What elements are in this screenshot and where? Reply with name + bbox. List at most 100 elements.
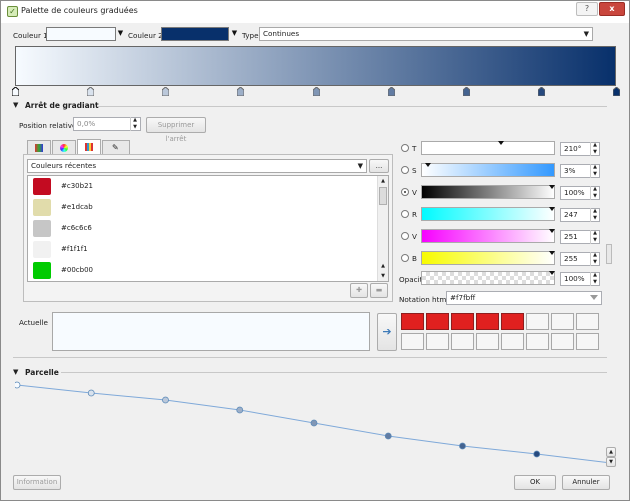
radio-value[interactable] (401, 188, 409, 196)
chevron-down-icon[interactable]: ▼ (230, 27, 239, 41)
spinner-red[interactable]: ▲ ▼ (590, 208, 599, 222)
tab-eyedropper[interactable]: ✎ (102, 140, 130, 154)
collapse-arrow-icon[interactable]: ▼ (13, 101, 18, 109)
tab-color-wheel[interactable] (52, 140, 76, 154)
tab-palette[interactable] (77, 139, 101, 154)
slider-blue[interactable] (421, 251, 555, 265)
plot-point[interactable] (459, 442, 466, 450)
swatch-cell[interactable] (526, 313, 549, 330)
swatch-cell[interactable] (526, 333, 549, 350)
gradient-ramp[interactable] (15, 46, 616, 86)
slider-red[interactable] (421, 207, 555, 221)
swatch-cell[interactable] (501, 333, 524, 350)
scroll-up-icon[interactable]: ▲ (606, 447, 616, 457)
ok-button[interactable]: OK (514, 475, 556, 490)
palette-select[interactable]: Couleurs récentes ▼ (27, 159, 367, 173)
plot-point[interactable] (15, 381, 21, 389)
spinner-hue[interactable]: ▲ ▼ (590, 142, 599, 156)
plot-point[interactable] (533, 450, 541, 458)
swatch-cell[interactable] (551, 313, 574, 330)
slider-saturation[interactable] (421, 163, 555, 177)
gradient-stop-handle[interactable] (86, 86, 95, 97)
remove-icon[interactable]: ▬ (370, 283, 388, 298)
scroll-thumb[interactable] (379, 187, 387, 205)
add-icon[interactable]: ✚ (350, 283, 368, 298)
spinner-value[interactable]: ▲ ▼ (590, 186, 599, 200)
gradient-stop-handle[interactable] (537, 86, 546, 97)
gradient-stop-handle[interactable] (612, 86, 621, 97)
opacity-spinner[interactable]: ▲ ▼ (590, 272, 599, 286)
arrow-right-icon[interactable]: ➔ (377, 313, 397, 351)
slider-marker[interactable] (498, 141, 504, 145)
swatch-cell[interactable] (576, 313, 599, 330)
slider-marker[interactable] (425, 163, 431, 167)
opacity-marker[interactable] (549, 271, 555, 275)
delete-stop-button[interactable]: Supprimer l'arrêt (146, 117, 206, 143)
html-notation-input[interactable]: #f7fbff (446, 291, 602, 305)
gradient-stop-handle[interactable] (387, 86, 396, 97)
swatch-cell[interactable] (426, 333, 449, 350)
radio-green[interactable] (401, 232, 409, 240)
list-item[interactable]: #c6c6c6 (29, 218, 377, 239)
information-button[interactable]: Information (13, 475, 61, 490)
list-scrollbar[interactable]: ▲ ▲ ▼ (377, 176, 388, 281)
scroll-down-icon[interactable]: ▼ (606, 457, 616, 467)
swatch-cell[interactable] (426, 313, 449, 330)
radio-saturation[interactable] (401, 166, 409, 174)
plot-point[interactable] (87, 389, 95, 397)
gradient-stop-handle[interactable] (236, 86, 245, 97)
close-button[interactable]: x (599, 2, 625, 16)
color1-button[interactable] (46, 27, 116, 41)
list-item[interactable]: #f1f1f1 (29, 239, 377, 260)
help-button[interactable]: ? (576, 2, 598, 16)
radio-blue[interactable] (401, 254, 409, 262)
gradient-stop-handle[interactable] (312, 86, 320, 97)
chevron-down-icon[interactable]: ▼ (116, 27, 125, 41)
plot-point[interactable] (236, 406, 244, 414)
slider-marker[interactable] (549, 185, 555, 189)
plot-point[interactable] (310, 419, 318, 427)
plot-point[interactable] (384, 432, 392, 440)
position-spinner[interactable]: ▲ ▼ (130, 117, 139, 131)
chevron-down-icon[interactable] (590, 295, 598, 300)
radio-red[interactable] (401, 210, 409, 218)
type-select[interactable]: Continues ▼ (259, 27, 593, 41)
scroll-up-icon[interactable]: ▲ (378, 176, 388, 186)
gradient-stop-handle[interactable] (462, 86, 471, 97)
swatch-cell[interactable] (476, 333, 499, 350)
spinner-blue[interactable]: ▲ ▼ (590, 252, 599, 266)
slider-hue[interactable] (421, 141, 555, 155)
gradient-stop-handle[interactable] (11, 86, 20, 97)
swatch-cell[interactable] (401, 333, 424, 350)
plot-canvas[interactable] (15, 378, 613, 464)
swatch-cell[interactable] (501, 313, 524, 330)
collapse-arrow-icon[interactable]: ▼ (13, 368, 18, 376)
scroll-down-icon[interactable]: ▼ (378, 271, 388, 281)
palette-menu-button[interactable]: ... (369, 159, 389, 173)
radio-hue[interactable] (401, 144, 409, 152)
swatch-cell[interactable] (476, 313, 499, 330)
opacity-slider[interactable] (421, 271, 555, 285)
scroll-up-icon[interactable]: ▲ (378, 261, 388, 271)
swatch-cell[interactable] (401, 313, 424, 330)
swatch-cell[interactable] (551, 333, 574, 350)
slider-marker[interactable] (549, 207, 555, 211)
list-item[interactable]: #e1dcab (29, 197, 377, 218)
slider-value[interactable] (421, 185, 555, 199)
slider-green[interactable] (421, 229, 555, 243)
gradient-stop-handle[interactable] (161, 86, 170, 97)
color2-button[interactable] (161, 27, 229, 41)
swatch-cell[interactable] (451, 333, 474, 350)
swatch-cell[interactable] (451, 313, 474, 330)
plot-point[interactable] (162, 396, 169, 404)
spinner-green[interactable]: ▲ ▼ (590, 230, 599, 244)
swatch-cell[interactable] (576, 333, 599, 350)
scroll-thumb[interactable] (606, 244, 612, 264)
list-item[interactable]: #c30b21 (29, 176, 377, 197)
tab-swatches[interactable] (27, 140, 51, 154)
slider-marker[interactable] (549, 251, 555, 255)
list-item[interactable]: #00cb00 (29, 260, 377, 281)
cancel-button[interactable]: Annuler (562, 475, 610, 490)
slider-marker[interactable] (549, 229, 555, 233)
spinner-saturation[interactable]: ▲ ▼ (590, 164, 599, 178)
